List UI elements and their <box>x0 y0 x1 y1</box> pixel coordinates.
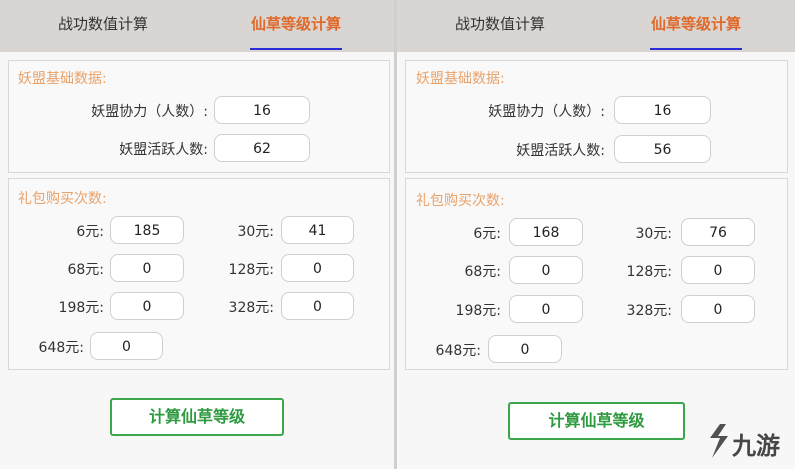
gift-68-input[interactable]: 0 <box>110 254 184 282</box>
base-data-title: 妖盟基础数据: <box>416 71 505 87</box>
gift-198-label: 198元: <box>58 300 104 316</box>
calculator-panel-right: 战功数值计算 仙草等级计算 妖盟基础数据: 妖盟协力（人数）: 16 妖盟活跃人… <box>397 0 795 469</box>
gift-328-label: 328元: <box>626 303 672 319</box>
gift-68-input[interactable]: 0 <box>509 256 583 284</box>
gift-section-title: 礼包购买次数: <box>18 191 107 207</box>
gift-6-input[interactable]: 185 <box>110 216 184 244</box>
tab-herb-level[interactable]: 仙草等级计算 <box>250 0 342 52</box>
assist-input[interactable]: 16 <box>214 96 310 124</box>
calculate-herb-level-button[interactable]: 计算仙草等级 <box>110 398 284 436</box>
gift-648-label: 648元: <box>38 340 84 356</box>
gift-30-input[interactable]: 41 <box>281 216 354 244</box>
gift-68-label: 68元: <box>464 264 501 280</box>
gift-328-input[interactable]: 0 <box>681 295 755 323</box>
tab-battle-value[interactable]: 战功数值计算 <box>435 0 565 52</box>
active-members-label: 妖盟活跃人数: <box>119 142 208 158</box>
gift-328-input[interactable]: 0 <box>281 292 354 320</box>
assist-input[interactable]: 16 <box>614 96 711 124</box>
calculator-panel-left: 战功数值计算 仙草等级计算 妖盟基础数据: 妖盟协力（人数）: 16 妖盟活跃人… <box>0 0 394 469</box>
tab-herb-level[interactable]: 仙草等级计算 <box>650 0 742 52</box>
gift-30-label: 30元: <box>635 226 672 242</box>
watermark-text: 九游 <box>731 432 780 460</box>
tab-label: 仙草等级计算 <box>650 15 741 33</box>
gift-648-input[interactable]: 0 <box>90 332 163 360</box>
gift-30-input[interactable]: 76 <box>681 218 755 246</box>
gift-68-label: 68元: <box>67 262 104 278</box>
active-members-input[interactable]: 56 <box>614 135 711 163</box>
active-tab-indicator <box>650 48 742 50</box>
active-members-label: 妖盟活跃人数: <box>516 143 605 159</box>
gift-198-input[interactable]: 0 <box>509 295 583 323</box>
gift-198-input[interactable]: 0 <box>110 292 184 320</box>
tab-bar: 战功数值计算 仙草等级计算 <box>397 0 795 52</box>
gift-6-label: 6元: <box>473 226 501 242</box>
gift-6-input[interactable]: 168 <box>509 218 583 246</box>
tab-battle-value[interactable]: 战功数值计算 <box>38 0 168 52</box>
jiuyou-watermark: 九游 <box>702 418 790 472</box>
assist-label: 妖盟协力（人数）: <box>488 104 605 120</box>
gift-128-input[interactable]: 0 <box>281 254 354 282</box>
gift-128-label: 128元: <box>626 264 672 280</box>
gift-328-label: 328元: <box>228 300 274 316</box>
gift-128-label: 128元: <box>228 262 274 278</box>
tab-label: 战功数值计算 <box>454 15 545 33</box>
base-data-title: 妖盟基础数据: <box>18 71 107 87</box>
tab-label: 战功数值计算 <box>57 15 148 33</box>
gift-6-label: 6元: <box>76 224 104 240</box>
active-members-input[interactable]: 62 <box>214 134 310 162</box>
jiuyou-logo-icon: 九游 <box>710 424 780 460</box>
active-tab-indicator <box>250 48 342 50</box>
gift-648-input[interactable]: 0 <box>488 335 562 363</box>
gift-30-label: 30元: <box>237 224 274 240</box>
calculate-herb-level-button[interactable]: 计算仙草等级 <box>508 402 685 440</box>
gift-198-label: 198元: <box>455 303 501 319</box>
assist-label: 妖盟协力（人数）: <box>91 104 208 120</box>
gift-648-label: 648元: <box>435 343 481 359</box>
tab-label: 仙草等级计算 <box>250 15 341 33</box>
tab-bar: 战功数值计算 仙草等级计算 <box>0 0 394 52</box>
gift-128-input[interactable]: 0 <box>681 256 755 284</box>
gift-section-title: 礼包购买次数: <box>416 193 505 209</box>
